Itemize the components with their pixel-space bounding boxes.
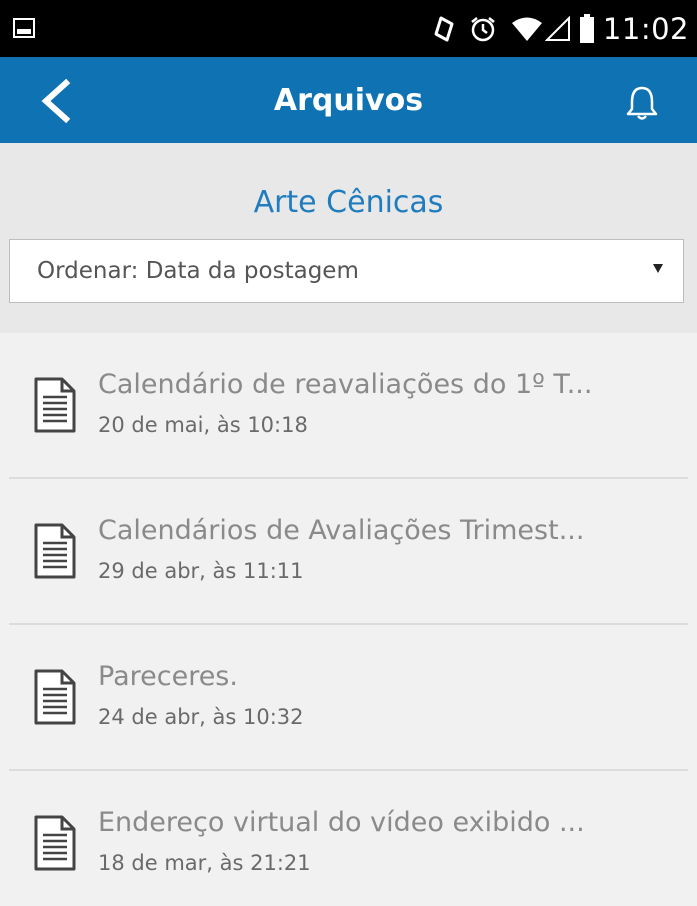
document-icon [34,669,76,725]
file-list-item[interactable]: Calendário de reavaliações do 1º T... 20… [0,333,697,479]
course-title: Arte Cênicas [253,185,444,220]
back-arrow-icon [41,78,71,124]
file-date: 18 de mar, às 21:21 [98,851,311,875]
file-list-item[interactable]: Pareceres. 24 de abr, às 10:32 [0,625,697,771]
file-name: Calendários de Avaliações Trimest... [98,515,585,546]
image-notification-icon [13,18,35,38]
wifi-icon [511,16,543,42]
file-list-item[interactable]: Endereço virtual do vídeo exibido ... 18… [0,771,697,906]
signal-icon [544,16,571,42]
page-title: Arquivos [273,82,424,118]
screen: 11:02 Arquivos Arte Cênicas Ordenar: Dat… [0,0,697,906]
sort-dropdown[interactable]: Ordenar: Data da postagem [9,239,684,303]
status-icons: 11:02 [419,10,689,48]
back-button[interactable] [36,78,76,124]
bell-icon [626,86,658,120]
sort-selected-value: Ordenar: Data da postagem [37,258,359,284]
notifications-button[interactable] [622,83,662,123]
course-header: Arte Cênicas Ordenar: Data da postagem [0,143,697,333]
battery-icon [579,14,595,44]
file-list: Calendário de reavaliações do 1º T... 20… [0,333,697,906]
status-bar: 11:02 [0,0,697,57]
file-date: 24 de abr, às 10:32 [98,705,304,729]
file-name: Pareceres. [98,661,238,692]
document-icon [34,377,76,433]
file-date: 20 de mai, às 10:18 [98,413,308,437]
file-list-item[interactable]: Calendários de Avaliações Trimest... 29 … [0,479,697,625]
app-bar: Arquivos [0,57,697,143]
document-icon [34,815,76,871]
dropdown-arrow-icon [653,264,663,273]
document-icon [34,523,76,579]
rotate-icon [433,15,455,43]
file-name: Endereço virtual do vídeo exibido ... [98,807,585,838]
status-time: 11:02 [602,12,689,46]
file-date: 29 de abr, às 11:11 [98,559,304,583]
alarm-icon [469,15,497,43]
file-name: Calendário de reavaliações do 1º T... [98,369,593,400]
